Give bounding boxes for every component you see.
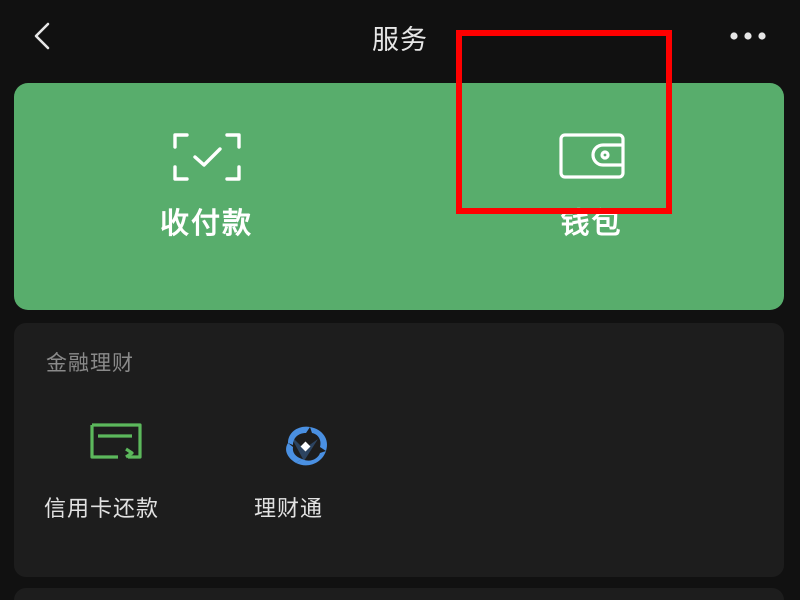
wallet-label: 钱包: [560, 206, 623, 240]
wealth-label: 理财通: [254, 497, 324, 522]
service-screen: 服务 收付款 钱包 金融理财 信用卡还款 理财通: [0, 0, 800, 600]
receive-pay-button[interactable]: 收付款: [14, 83, 399, 310]
wallet-icon: [558, 133, 625, 179]
credit-card-repay-label: 信用卡还款: [44, 497, 160, 522]
more-button[interactable]: [724, 16, 774, 56]
next-section: [14, 588, 784, 600]
wealth-icon: [286, 426, 328, 466]
credit-card-icon: [90, 423, 142, 459]
scan-check-icon: [172, 133, 241, 181]
section-title: 金融理财: [46, 351, 134, 375]
receive-pay-label: 收付款: [159, 206, 253, 240]
header-bar: 服务: [0, 0, 800, 72]
pay-card: 收付款 钱包: [14, 83, 784, 310]
wallet-button[interactable]: 钱包: [399, 83, 784, 310]
page-title: 服务: [372, 25, 428, 56]
more-horizontal-icon: [730, 32, 766, 40]
finance-section: 金融理财 信用卡还款 理财通: [14, 323, 784, 577]
